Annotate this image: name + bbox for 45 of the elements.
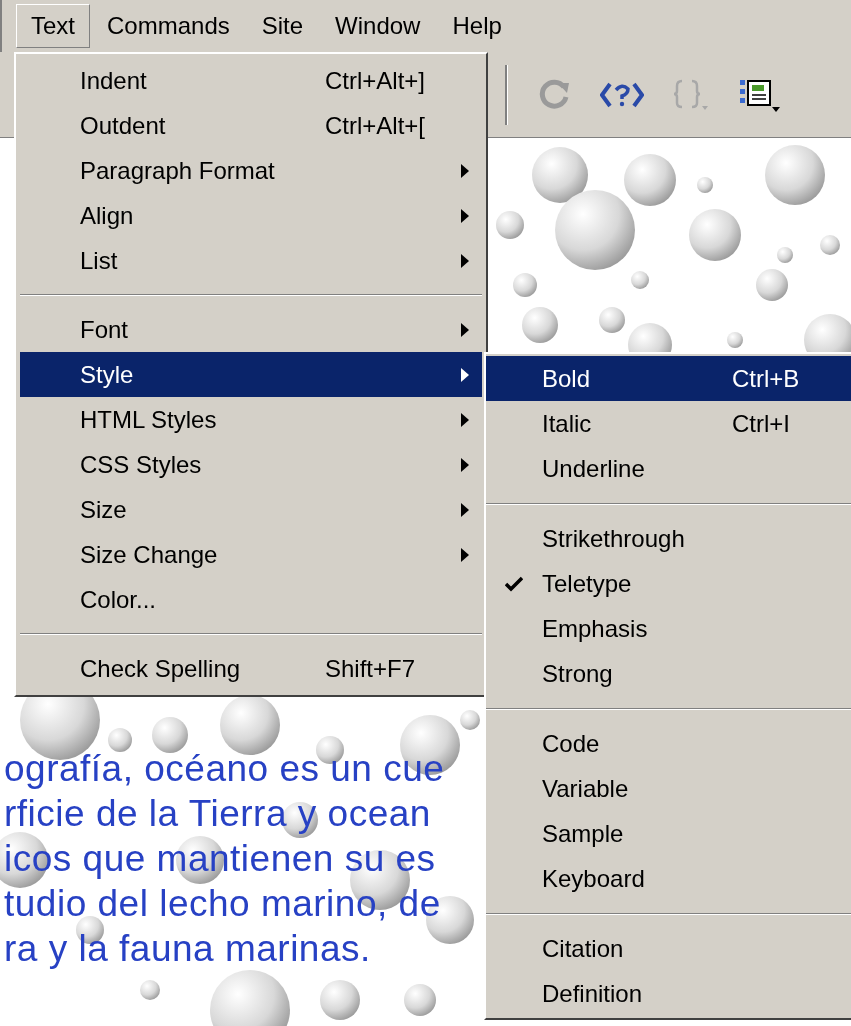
- menu-item[interactable]: Underline: [486, 446, 851, 491]
- document-text-line: ografía, océano es un cue: [4, 747, 445, 791]
- menu-item[interactable]: Style: [20, 352, 482, 397]
- document-text-line: icos que mantienen su es: [4, 837, 436, 881]
- menu-item[interactable]: Emphasis: [486, 606, 851, 651]
- menu-item[interactable]: Font: [20, 307, 482, 352]
- submenu-arrow-icon: [460, 207, 470, 224]
- menu-item[interactable]: Sample: [486, 811, 851, 856]
- menu-item[interactable]: Citation: [486, 926, 851, 971]
- menu-bar-item[interactable]: Site: [246, 4, 319, 48]
- menu-item[interactable]: Italic Ctrl+I: [486, 401, 851, 446]
- submenu-arrow-icon: [460, 411, 470, 428]
- document-text-line: rficie de la Tierra y ocean: [4, 792, 431, 836]
- menu-bar-item[interactable]: Help: [437, 4, 517, 48]
- menu-item[interactable]: Align: [20, 193, 482, 238]
- submenu-arrow-icon: [460, 501, 470, 518]
- menu-item[interactable]: Strong: [486, 651, 851, 696]
- submenu-arrow-icon: [460, 456, 470, 473]
- menu-item[interactable]: Strikethrough: [486, 516, 851, 561]
- menu-item[interactable]: Code: [486, 721, 851, 766]
- menu-item[interactable]: List: [20, 238, 482, 283]
- document-text-line: ra y la fauna marinas.: [4, 927, 371, 971]
- menu-item[interactable]: HTML Styles: [20, 397, 482, 442]
- menu-item[interactable]: Indent Ctrl+Alt+]: [20, 58, 482, 103]
- menu-item[interactable]: Teletype: [486, 561, 851, 606]
- menu-item[interactable]: Size Change: [20, 532, 482, 577]
- submenu-arrow-icon: [460, 366, 470, 383]
- menu-item[interactable]: Paragraph Format: [20, 148, 482, 193]
- submenu-arrow-icon: [460, 321, 470, 338]
- menu-item[interactable]: Definition: [486, 971, 851, 1016]
- menu-item[interactable]: Keyboard: [486, 856, 851, 901]
- menu-item[interactable]: Variable: [486, 766, 851, 811]
- menu-item[interactable]: Check Spelling Shift+F7: [20, 646, 482, 691]
- menu-item[interactable]: Color...: [20, 577, 482, 622]
- menu-item[interactable]: Size: [20, 487, 482, 532]
- submenu-arrow-icon: [460, 162, 470, 179]
- menu-item[interactable]: CSS Styles: [20, 442, 482, 487]
- menu-bar-item[interactable]: Text: [16, 4, 90, 48]
- submenu-arrow-icon: [460, 546, 470, 563]
- menu-item[interactable]: Bold Ctrl+B: [486, 356, 851, 401]
- submenu-arrow-icon: [460, 252, 470, 269]
- menu-bar-item[interactable]: Window: [320, 4, 436, 48]
- menu-item[interactable]: Outdent Ctrl+Alt+[: [20, 103, 482, 148]
- document-text-line: tudio del lecho marino, de: [4, 882, 441, 926]
- menu-bar-item[interactable]: Commands: [92, 4, 245, 48]
